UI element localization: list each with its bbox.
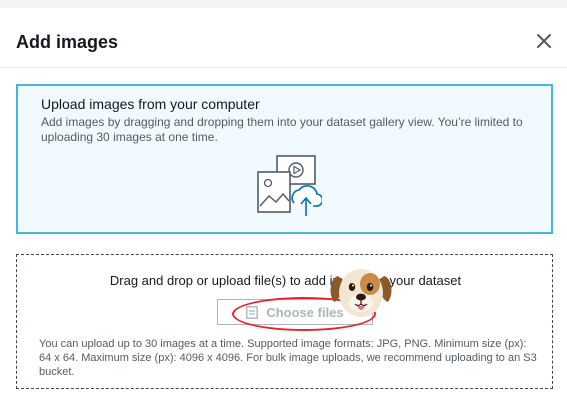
info-panel-description: Add images by dragging and dropping them… <box>41 115 523 144</box>
upload-helper-text: You can upload up to 30 images at a time… <box>39 338 537 378</box>
file-drop-zone[interactable]: Drag and drop or upload file(s) to add i… <box>16 254 553 389</box>
file-icon <box>246 305 259 319</box>
upload-info-panel: Upload images from your computer Add ima… <box>16 84 553 234</box>
dog-face-icon <box>330 269 392 317</box>
top-strip <box>0 0 567 8</box>
close-icon[interactable] <box>533 30 555 52</box>
modal-header: Add images <box>0 8 567 68</box>
image-upload-illustration-icon <box>257 155 322 216</box>
drop-zone-text: Drag and drop or upload file(s) to add i… <box>109 273 462 288</box>
close-button[interactable] <box>533 30 555 52</box>
modal-title: Add images <box>16 32 119 52</box>
info-panel-title: Upload images from your computer <box>41 96 260 112</box>
